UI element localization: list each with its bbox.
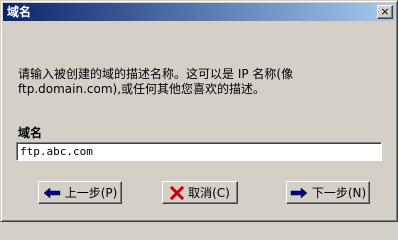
description-line-1: 请输入被创建的域的描述名称。这可以是 IP 名称(像 — [18, 67, 294, 81]
back-button[interactable]: 上一步(P) — [38, 181, 122, 204]
domain-name-input[interactable] — [16, 142, 382, 161]
dialog-window: 域名 × 请输入被创建的域的描述名称。这可以是 IP 名称(像 ftp.doma… — [0, 0, 398, 222]
arrow-right-icon — [290, 186, 308, 199]
back-button-label: 上一步(P) — [64, 186, 118, 200]
next-button-label: 下一步(N) — [311, 186, 367, 200]
description-line-2: ftp.domain.com),或任何其他您喜欢的描述。 — [18, 82, 266, 96]
x-icon — [170, 185, 185, 200]
cancel-button-label: 取消(C) — [188, 186, 230, 200]
close-button[interactable]: × — [377, 5, 393, 19]
domain-name-label: 域名 — [18, 126, 43, 140]
cancel-button[interactable]: 取消(C) — [162, 181, 238, 204]
title-bar[interactable]: 域名 × — [3, 3, 395, 21]
arrow-left-icon — [43, 186, 60, 199]
window-title: 域名 — [7, 5, 32, 19]
close-icon: × — [380, 5, 390, 18]
description-text: 请输入被创建的域的描述名称。这可以是 IP 名称(像 ftp.domain.co… — [18, 67, 388, 97]
next-button[interactable]: 下一步(N) — [286, 181, 370, 204]
